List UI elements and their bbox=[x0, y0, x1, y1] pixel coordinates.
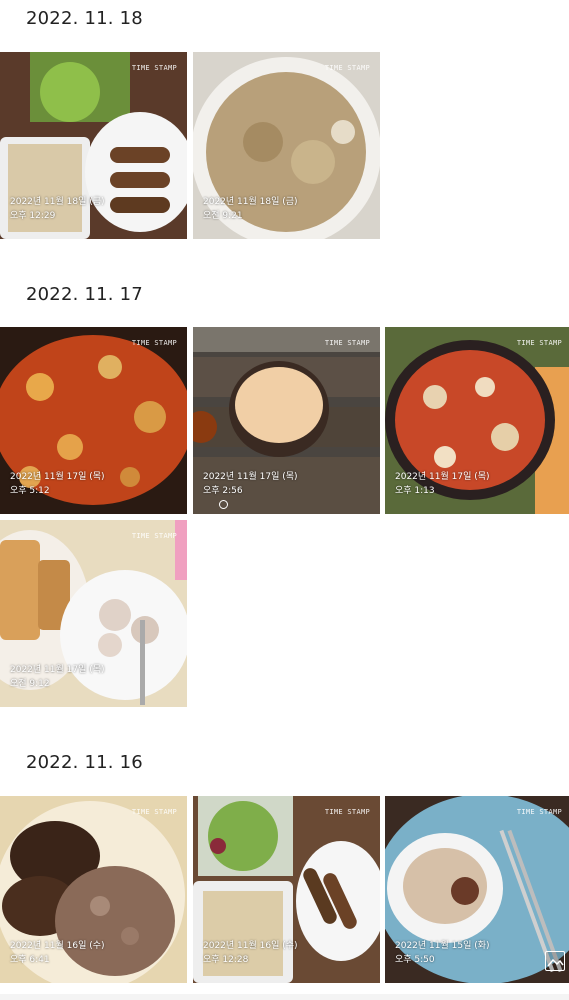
photo-thumbnail[interactable]: TIME STAMP 2022년 11월 16일 (수) 오후 12:28 bbox=[193, 796, 380, 983]
date-header: 2022. 11. 17 bbox=[26, 284, 143, 305]
gallery-icon[interactable] bbox=[545, 951, 565, 971]
gallery-icon-glyph bbox=[547, 958, 564, 967]
timestamp-logo: TIME STAMP bbox=[516, 808, 562, 816]
photo-thumbnail[interactable]: TIME STAMP 2022년 11월 17일 (목) 오후 2:56 bbox=[193, 327, 380, 514]
photo-time-stamp: 오전 9:21 bbox=[203, 211, 243, 221]
photo-date-stamp: 2022년 11월 17일 (목) bbox=[203, 472, 298, 482]
photo-date-stamp: 2022년 11월 18일 (금) bbox=[10, 197, 105, 207]
timestamp-logo: TIME STAMP bbox=[324, 808, 370, 816]
timestamp-logo: TIME STAMP bbox=[131, 339, 177, 347]
photo-time-stamp: 오전 9:12 bbox=[10, 679, 50, 689]
photo-date-stamp: 2022년 11월 17일 (목) bbox=[10, 665, 105, 675]
photo-date-stamp: 2022년 11월 17일 (목) bbox=[395, 472, 490, 482]
date-header: 2022. 11. 16 bbox=[26, 752, 143, 773]
date-header: 2022. 11. 18 bbox=[26, 8, 143, 29]
photo-thumbnail[interactable]: TIME STAMP 2022년 11월 18일 (금) 오전 9:21 bbox=[193, 52, 380, 239]
photo-time-stamp: 오후 12:29 bbox=[10, 211, 56, 221]
photo-thumbnail[interactable]: TIME STAMP 2022년 11월 18일 (금) 오후 12:29 bbox=[0, 52, 187, 239]
photo-thumbnail[interactable]: TIME STAMP 2022년 11월 16일 (수) 오후 6:41 bbox=[0, 796, 187, 983]
photo-time-stamp: 오후 2:56 bbox=[203, 486, 243, 496]
photo-date-stamp: 2022년 11월 17일 (목) bbox=[10, 472, 105, 482]
photo-thumbnail[interactable]: TIME STAMP 2022년 11월 17일 (목) 오전 9:12 bbox=[0, 520, 187, 707]
photo-time-stamp: 오후 1:13 bbox=[395, 486, 435, 496]
photo-date-stamp: 2022년 11월 18일 (금) bbox=[203, 197, 298, 207]
photo-thumbnail[interactable]: TIME STAMP 2022년 11월 17일 (목) 오후 1:13 bbox=[385, 327, 569, 514]
bottom-edge bbox=[0, 994, 569, 1000]
timestamp-logo: TIME STAMP bbox=[324, 64, 370, 72]
photo-time-stamp: 오후 5:12 bbox=[10, 486, 50, 496]
photo-time-stamp: 오후 12:28 bbox=[203, 955, 249, 965]
photo-date-stamp: 2022년 11월 15일 (화) bbox=[395, 941, 490, 951]
timestamp-logo: TIME STAMP bbox=[131, 64, 177, 72]
photo-thumbnail[interactable]: TIME STAMP 2022년 11월 17일 (목) 오후 5:12 bbox=[0, 327, 187, 514]
timestamp-logo: TIME STAMP bbox=[516, 339, 562, 347]
photo-date-stamp: 2022년 11월 16일 (수) bbox=[10, 941, 105, 951]
timestamp-logo: TIME STAMP bbox=[324, 339, 370, 347]
timestamp-logo: TIME STAMP bbox=[131, 532, 177, 540]
photo-time-stamp: 오후 5:50 bbox=[395, 955, 435, 965]
photo-time-stamp: 오후 6:41 bbox=[10, 955, 50, 965]
timestamp-logo: TIME STAMP bbox=[131, 808, 177, 816]
circle-icon bbox=[219, 500, 228, 509]
photo-thumbnail[interactable]: TIME STAMP 2022년 11월 15일 (화) 오후 5:50 bbox=[385, 796, 569, 983]
photo-date-stamp: 2022년 11월 16일 (수) bbox=[203, 941, 298, 951]
